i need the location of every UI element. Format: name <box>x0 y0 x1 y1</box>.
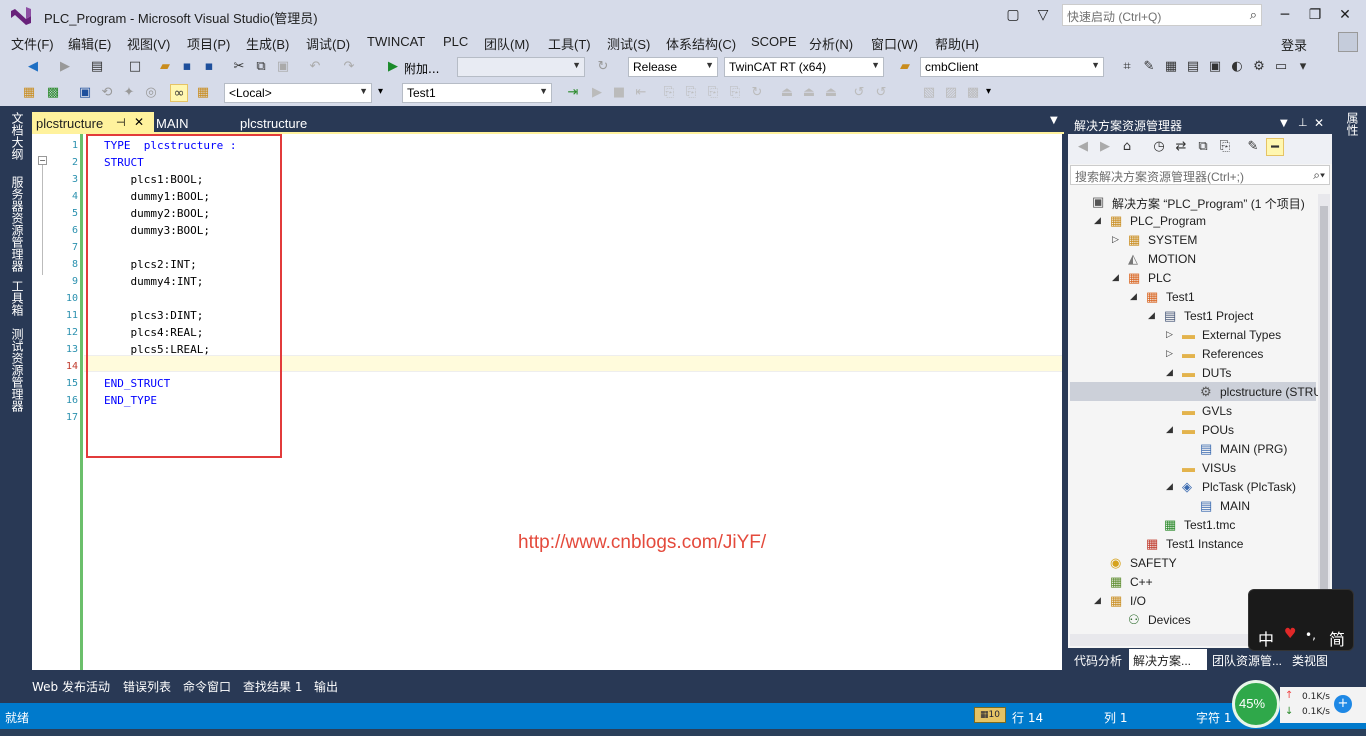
folder-icon: ▬ <box>1182 422 1195 437</box>
expander-icon[interactable]: ◢ <box>1094 215 1104 226</box>
tab-properties[interactable]: 属性 <box>1344 112 1361 136</box>
expander-icon[interactable]: ▷ <box>1166 348 1176 359</box>
scrollbar-thumb[interactable] <box>1320 206 1328 616</box>
tree-item-label: VISUs <box>1202 461 1237 475</box>
struct-icon: ⚙ <box>1200 384 1212 399</box>
tab-class-view[interactable]: 类视图 <box>1292 652 1328 669</box>
tree-item-label: DUTs <box>1202 366 1232 380</box>
avatar[interactable] <box>1338 32 1358 52</box>
download-arrow-icon: ↓ <box>1285 706 1294 717</box>
status-bar <box>0 703 1366 729</box>
tree-item-label: SYSTEM <box>1148 233 1198 247</box>
ime-chinese-mode[interactable]: 中 <box>1258 626 1274 650</box>
pou-icon: ▤ <box>1200 441 1213 456</box>
folder-icon: ▬ <box>1182 403 1195 418</box>
tree-item-label: External Types <box>1202 328 1282 342</box>
status-char: 字符 1 <box>1196 711 1232 725</box>
task-icon: ◈ <box>1182 479 1192 494</box>
safety-icon: ◉ <box>1110 555 1122 570</box>
folder-icon: ▬ <box>1182 346 1195 361</box>
pou-icon: ▤ <box>1200 498 1213 513</box>
expander-icon[interactable]: ◢ <box>1166 367 1176 378</box>
plc-icon: ▦ <box>1128 270 1141 285</box>
motion-icon: ◭ <box>1128 251 1138 266</box>
status-column: 列 1 <box>1104 711 1128 725</box>
close-button[interactable]: ✕ <box>1332 4 1358 26</box>
tree-item-label: Test1 <box>1166 290 1195 304</box>
expander-icon[interactable]: ◢ <box>1112 272 1122 283</box>
tree-item-label: Test1 Project <box>1184 309 1254 323</box>
heart-icon: ♥ <box>1284 626 1297 642</box>
expander-icon[interactable]: ▷ <box>1166 329 1176 340</box>
project-icon: ▤ <box>1164 308 1177 323</box>
instance-icon: ▦ <box>1146 536 1159 551</box>
tab-solution-explorer[interactable]: 解决方案... <box>1133 652 1191 669</box>
folder-icon: ▬ <box>1182 327 1195 342</box>
status-line: 行 14 <box>1012 711 1044 725</box>
tab-error-list[interactable]: 错误列表 <box>123 678 171 695</box>
tab-output[interactable]: 输出 <box>314 678 338 695</box>
tree-item-label: GVLs <box>1202 404 1233 418</box>
tab-find-results[interactable]: 查找结果 1 <box>243 678 302 695</box>
tree-item-label: 解决方案 “PLC_Program” (1 个项目) <box>1112 197 1305 211</box>
tree-item-label: plcstructure (STRUCT) <box>1220 385 1318 399</box>
solution-tree: ▣ 解决方案 “PLC_Program” (1 个项目) ◢ ▦ PLC_Program… <box>0 0 1318 634</box>
upload-arrow-icon: ↑ <box>1285 690 1294 701</box>
tree-item-label: MAIN (PRG) <box>1220 442 1288 456</box>
tree-item-label: I/O <box>1130 594 1147 608</box>
tree-item-label: PLC_Program <box>1130 214 1207 228</box>
tree-item-label: Devices <box>1148 613 1191 627</box>
os-taskbar <box>0 729 1366 736</box>
plc-project-icon: ▦ <box>1146 289 1159 304</box>
twincat-status-icon[interactable]: ▦10 <box>974 707 1006 723</box>
system-icon: ▦ <box>1128 232 1141 247</box>
expander-icon[interactable]: ◢ <box>1166 424 1176 435</box>
tree-item-label: PLC <box>1148 271 1172 285</box>
io-icon: ▦ <box>1110 593 1123 608</box>
expander-icon[interactable]: ◢ <box>1166 481 1176 492</box>
tmc-icon: ▦ <box>1164 517 1177 532</box>
tab-team-explorer[interactable]: 团队资源管... <box>1212 652 1282 669</box>
expander-icon[interactable]: ◢ <box>1130 291 1140 302</box>
tree-item-label: C++ <box>1130 575 1153 589</box>
tree-item-label: Test1 Instance <box>1166 537 1244 551</box>
expander-icon[interactable]: ▷ <box>1112 234 1122 245</box>
cpp-icon: ▦ <box>1110 574 1123 589</box>
tab-web-publish[interactable]: Web 发布活动 <box>32 678 110 695</box>
tab-code-analysis[interactable]: 代码分析 <box>1074 652 1122 669</box>
solution-icon: ▣ <box>1092 194 1105 209</box>
status-ready: 就绪 <box>5 711 30 725</box>
devices-icon: ⚇ <box>1128 612 1140 627</box>
tree-item-label: MOTION <box>1148 252 1196 266</box>
right-tool-rail: 属性 <box>1338 106 1366 670</box>
tree-item-label: SAFETY <box>1130 556 1177 570</box>
tree-item-label: References <box>1202 347 1264 361</box>
punctuation-icon[interactable]: •, <box>1305 628 1316 642</box>
tab-command-window[interactable]: 命令窗口 <box>183 678 231 695</box>
expander-icon[interactable]: ◢ <box>1148 310 1158 321</box>
ime-simplified-mode[interactable]: 简 <box>1329 626 1345 650</box>
tree-item-label: PlcTask (PlcTask) <box>1202 480 1297 494</box>
plus-icon[interactable]: + <box>1334 695 1352 713</box>
expander-icon[interactable]: ◢ <box>1094 595 1104 606</box>
download-speed: 0.1K/s <box>1302 707 1330 717</box>
memory-percent: 45% <box>1239 696 1266 711</box>
tree-item-label: Test1.tmc <box>1184 518 1236 532</box>
folder-icon: ▬ <box>1182 460 1195 475</box>
tree-item-label: POUs <box>1202 423 1235 437</box>
upload-speed: 0.1K/s <box>1302 692 1330 702</box>
tree-item-label: MAIN <box>1220 499 1250 513</box>
twincat-project-icon: ▦ <box>1110 213 1123 228</box>
folder-icon: ▬ <box>1182 365 1195 380</box>
